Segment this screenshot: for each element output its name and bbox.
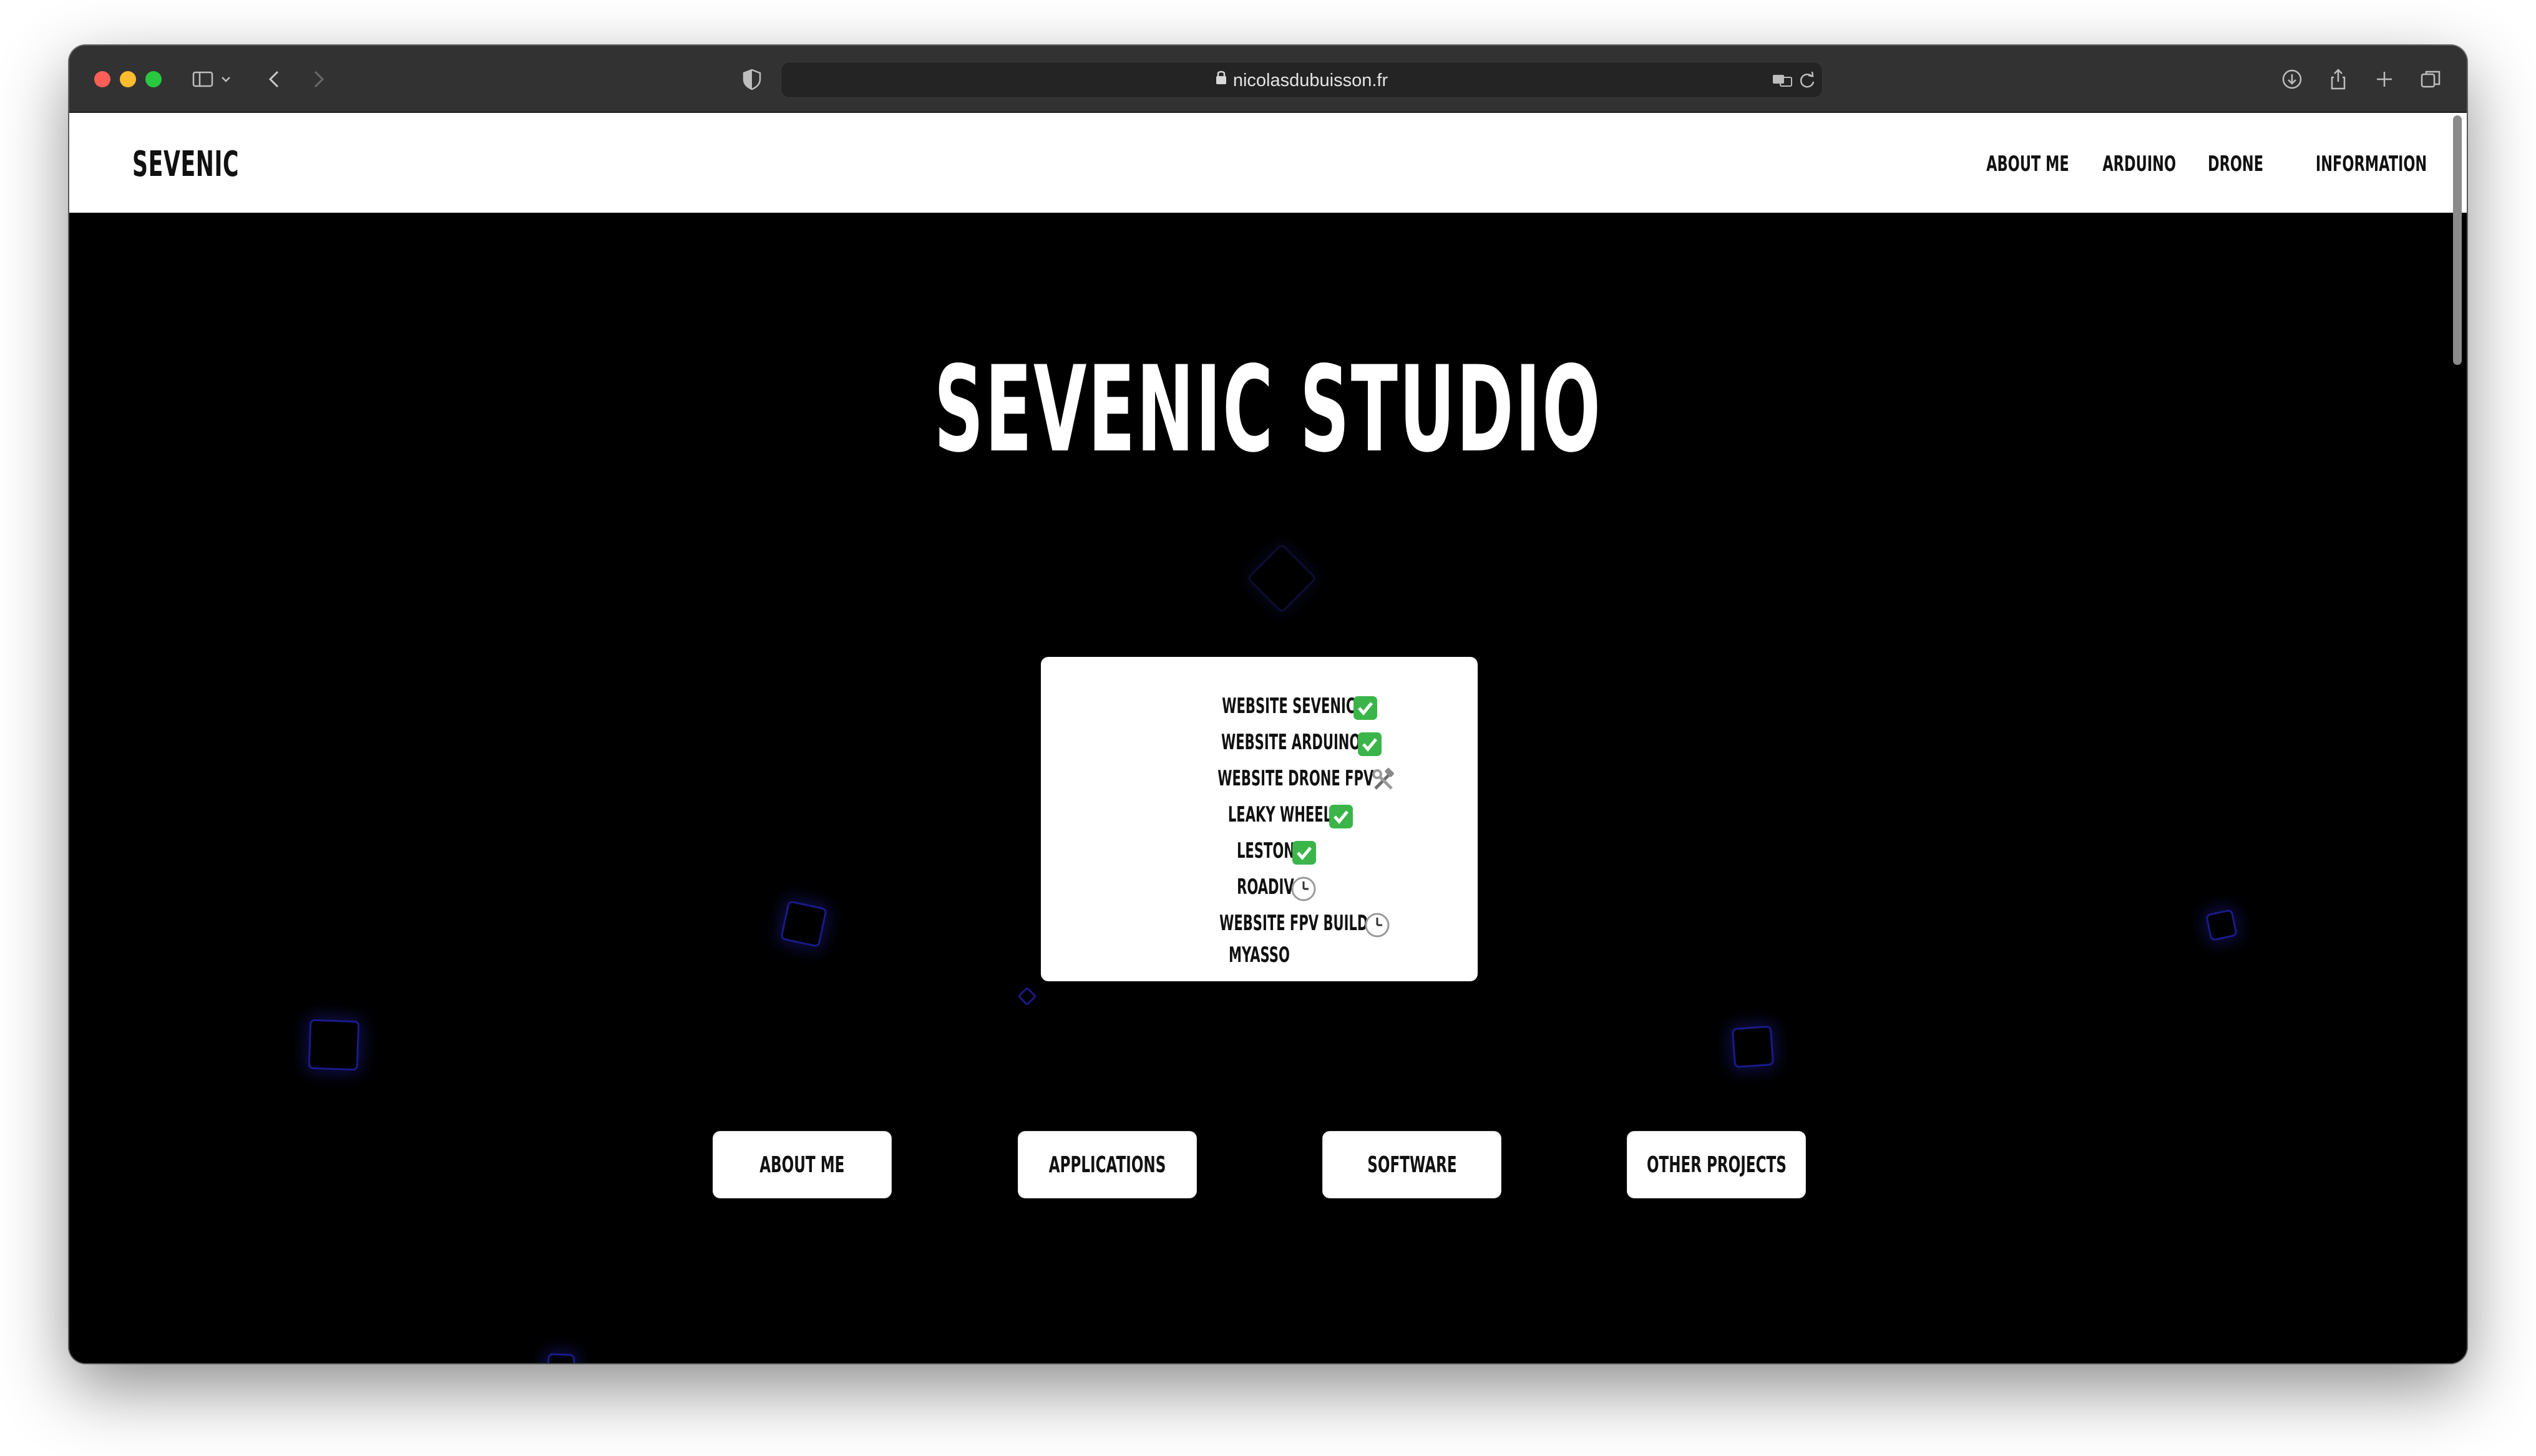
chevron-down-icon[interactable] [217,64,235,94]
project-status-item: ROADIV [1041,869,1478,905]
nav-drone[interactable]: DRONE [2208,152,2263,177]
floating-square [1017,986,1037,1006]
hammer-wrench-icon [1370,767,1397,794]
floating-square [547,1353,575,1363]
privacy-shield-icon[interactable] [737,64,767,94]
main-nav: ABOUT ME ARDUINO DRONE INFORMATION [1965,152,2427,177]
project-label: WEBSITE ARDUINO [1221,730,1360,755]
check-mark-icon [1291,840,1317,866]
button-label: APPLICATIONS [1048,1152,1166,1178]
new-tab-icon[interactable] [2369,64,2399,94]
floating-square [1731,1025,1775,1069]
share-icon[interactable] [2323,64,2353,94]
project-status-item: WEBSITE ARDUINO [1041,724,1478,760]
project-status-item: LEAKY WHEEL [1041,797,1478,833]
project-status-item: MYASSO [1041,941,1478,969]
hero-title: SEVENIC STUDIO [934,341,1602,478]
project-status-item: WEBSITE FPV BUILD [1041,905,1478,941]
address-bar[interactable]: nicolasdubuisson.fr [781,62,1823,98]
tab-overview-icon[interactable] [2416,64,2446,94]
floating-square [2205,908,2238,942]
nav-information[interactable]: INFORMATION [2316,152,2427,177]
project-label: WEBSITE FPV BUILD [1219,911,1368,936]
forward-icon[interactable] [303,64,333,94]
close-window-button[interactable] [94,71,110,87]
project-label: WEBSITE DRONE FPV [1217,766,1374,791]
project-status-card: WEBSITE SEVENIC WEBSITE ARDUINO WEBSITE … [1041,657,1478,981]
button-label: SOFTWARE [1367,1152,1457,1178]
project-label: ROADIV [1237,875,1294,900]
zoom-window-button[interactable] [145,71,162,87]
hero-buttons: ABOUT ME APPLICATIONS SOFTWARE OTHER PRO… [713,1131,1811,1200]
lock-icon [1216,61,1227,97]
nav-about-me[interactable]: ABOUT ME [1986,152,2069,177]
sidebar-icon[interactable] [188,64,218,94]
browser-window: nicolasdubuisson.fr SEVENIC ABOUT ME ARD… [69,46,2467,1363]
site-logo[interactable]: SEVENIC [132,144,239,185]
url-text: nicolasdubuisson.fr [1232,70,1388,90]
project-status-item: LESTON [1041,833,1478,869]
browser-toolbar: nicolasdubuisson.fr [69,46,2467,113]
project-status-item: WEBSITE SEVENIC [1041,688,1478,724]
other-projects-button[interactable]: OTHER PROJECTS [1627,1131,1806,1198]
clock-icon [1364,912,1390,938]
button-label: OTHER PROJECTS [1646,1152,1787,1178]
project-label: WEBSITE SEVENIC [1222,694,1356,719]
about-me-button[interactable]: ABOUT ME [713,1131,892,1198]
reload-icon[interactable] [1792,66,1822,95]
site-header: SEVENIC ABOUT ME ARDUINO DRONE INFORMATI… [69,113,2467,213]
floating-square [780,900,827,948]
hero-section: SEVENIC STUDIO WEBSITE SEVENIC WEBSITE A… [69,213,2467,1363]
check-mark-icon [1357,731,1383,757]
check-mark-icon [1328,803,1354,830]
page-scrollbar[interactable] [2453,115,2462,365]
software-button[interactable]: SOFTWARE [1322,1131,1501,1198]
project-label: LESTON [1236,838,1295,863]
back-icon[interactable] [260,64,290,94]
nav-arduino[interactable]: ARDUINO [2102,152,2176,177]
project-label: LEAKY WHEEL [1227,802,1332,827]
download-icon[interactable] [2277,64,2307,94]
check-mark-icon [1352,695,1378,721]
clock-icon [1290,876,1317,902]
minimize-window-button[interactable] [120,71,136,87]
button-label: ABOUT ME [759,1152,845,1178]
applications-button[interactable]: APPLICATIONS [1018,1131,1197,1198]
floating-square [308,1019,360,1071]
project-label: MYASSO [1229,943,1290,968]
floating-square [1246,543,1317,614]
project-status-item: WEBSITE DRONE FPV [1041,760,1478,797]
